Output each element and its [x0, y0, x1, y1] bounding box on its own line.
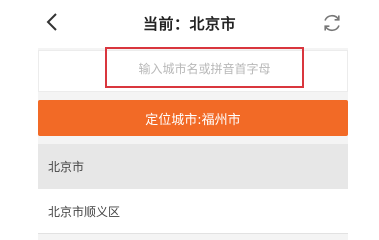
top-navigation-bar: 当前：北京市	[0, 0, 379, 48]
refresh-button[interactable]	[319, 12, 345, 38]
city-list-item-beijing-shunyi[interactable]: 北京市顺义区	[38, 189, 348, 234]
city-list: 北京市 北京市顺义区	[38, 144, 348, 234]
city-name: 北京市顺义区	[48, 204, 121, 219]
right-margin	[348, 48, 379, 240]
city-picker-screen: 当前：北京市 定位城市:福州市 北京市 北京市顺义区	[0, 0, 379, 240]
located-city-label: 定位城市:福州市	[145, 112, 241, 128]
city-name: 北京市	[48, 160, 85, 174]
refresh-icon	[321, 12, 343, 38]
city-list-item-beijing[interactable]: 北京市	[38, 144, 348, 189]
left-margin	[0, 48, 38, 240]
located-city-button[interactable]: 定位城市:福州市	[38, 100, 348, 136]
city-search-input[interactable]	[107, 53, 302, 85]
